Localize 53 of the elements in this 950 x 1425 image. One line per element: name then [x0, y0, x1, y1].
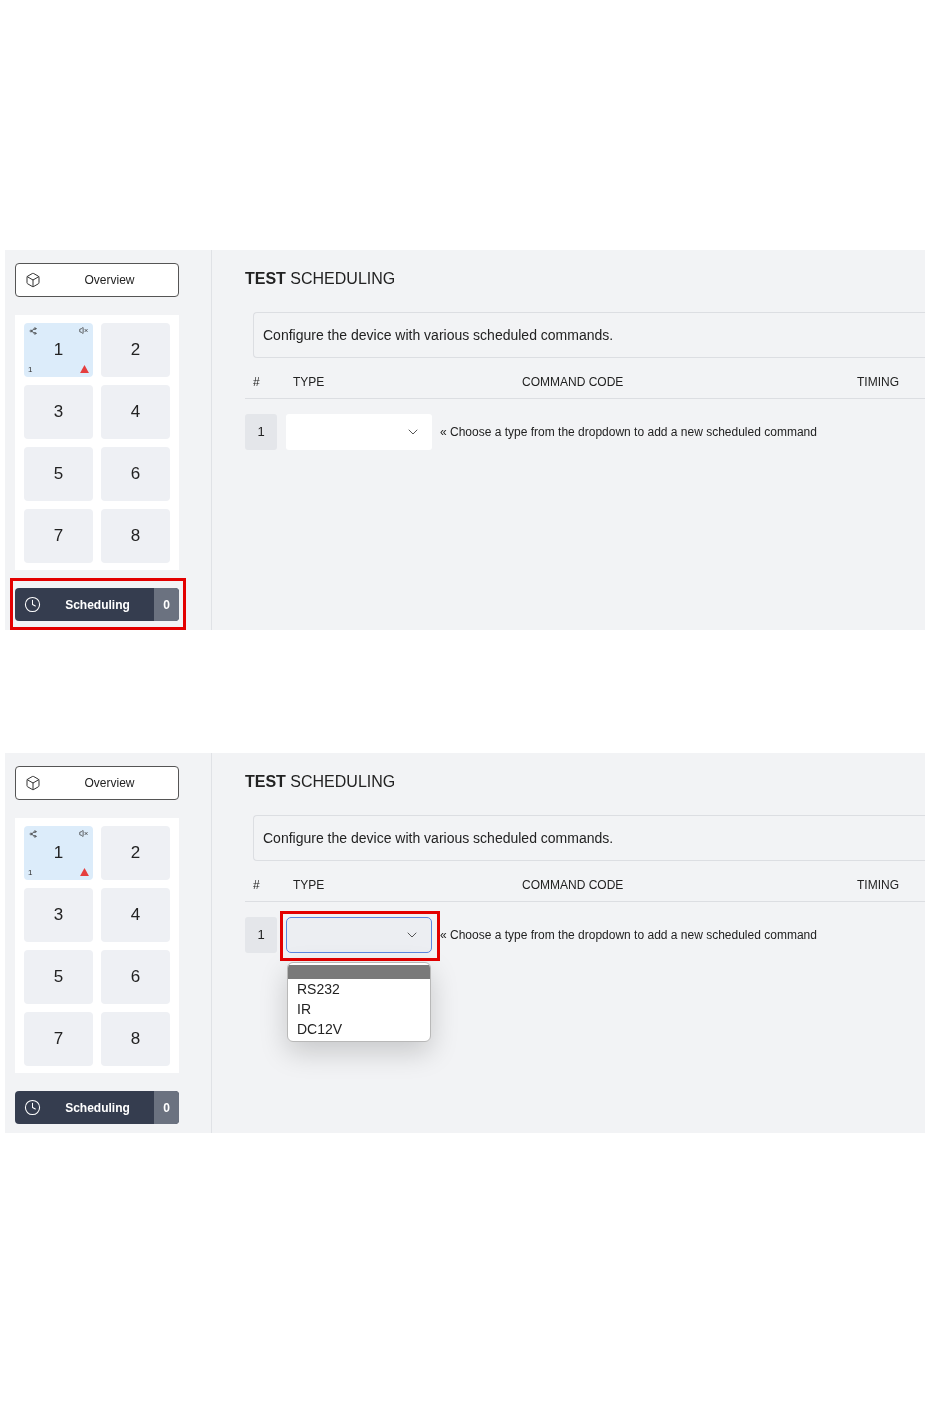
mute-icon: [79, 326, 88, 335]
type-select[interactable]: [286, 917, 432, 953]
channel-sub-label: 1: [28, 365, 33, 375]
column-header: TIMING: [857, 878, 899, 892]
dropdown-option[interactable]: IR: [288, 999, 430, 1019]
channel-tile[interactable]: 7: [24, 509, 93, 563]
channel-tile[interactable]: 6: [101, 447, 170, 501]
dropdown-option[interactable]: [288, 965, 430, 979]
column-header: TYPE: [293, 375, 325, 389]
dropdown-option[interactable]: RS232: [288, 979, 430, 999]
cube-icon: [25, 272, 41, 288]
column-header: COMMAND CODE: [522, 375, 624, 389]
dropdown-option[interactable]: DC12V: [288, 1019, 430, 1039]
column-header: #: [253, 878, 260, 892]
hint-text: « Choose a type from the dropdown to add a new scheduled command: [440, 927, 817, 944]
overview-button[interactable]: Overview: [15, 766, 179, 800]
clock-icon: [24, 1099, 41, 1116]
channel-tile[interactable]: 6: [101, 950, 170, 1004]
page-title: TEST SCHEDULING: [245, 772, 396, 792]
channel-tile[interactable]: 2: [101, 323, 170, 377]
scheduling-button[interactable]: Scheduling 0: [15, 588, 179, 621]
count-badge: 0: [154, 588, 179, 621]
channel-tile[interactable]: 2: [101, 826, 170, 880]
description-text: Configure the device with various scheduled commands.: [263, 828, 614, 848]
mute-icon: [79, 829, 88, 838]
column-header: COMMAND CODE: [522, 878, 624, 892]
channel-tile[interactable]: 8: [101, 1012, 170, 1066]
share-icon: [29, 830, 37, 838]
channel-sub-label: 1: [28, 868, 33, 878]
row-number-cell: 1: [245, 917, 277, 953]
channel-tile[interactable]: 4: [101, 888, 170, 942]
description-text: Configure the device with various scheduled commands.: [263, 325, 614, 345]
channel-tile[interactable]: 5: [24, 447, 93, 501]
channel-tile[interactable]: 1 1: [24, 323, 93, 377]
column-header: TYPE: [293, 878, 325, 892]
row-number-cell: 1: [245, 414, 277, 450]
channel-tile[interactable]: 7: [24, 1012, 93, 1066]
channel-tile[interactable]: 1 1: [24, 826, 93, 880]
channel-tile[interactable]: 4: [101, 385, 170, 439]
share-icon: [29, 327, 37, 335]
cube-icon: [25, 775, 41, 791]
channel-tile[interactable]: 3: [24, 888, 93, 942]
column-header: TIMING: [857, 375, 899, 389]
column-header: #: [253, 375, 260, 389]
channel-tile[interactable]: 8: [101, 509, 170, 563]
count-badge: 0: [154, 1091, 179, 1124]
overview-button[interactable]: Overview: [15, 263, 179, 297]
clock-icon: [24, 596, 41, 613]
page-title: TEST SCHEDULING: [245, 269, 396, 289]
channel-tile[interactable]: 5: [24, 950, 93, 1004]
channel-tile[interactable]: 3: [24, 385, 93, 439]
hint-text: « Choose a type from the dropdown to add a new scheduled command: [440, 424, 817, 441]
scheduling-button[interactable]: Scheduling 0: [15, 1091, 179, 1124]
